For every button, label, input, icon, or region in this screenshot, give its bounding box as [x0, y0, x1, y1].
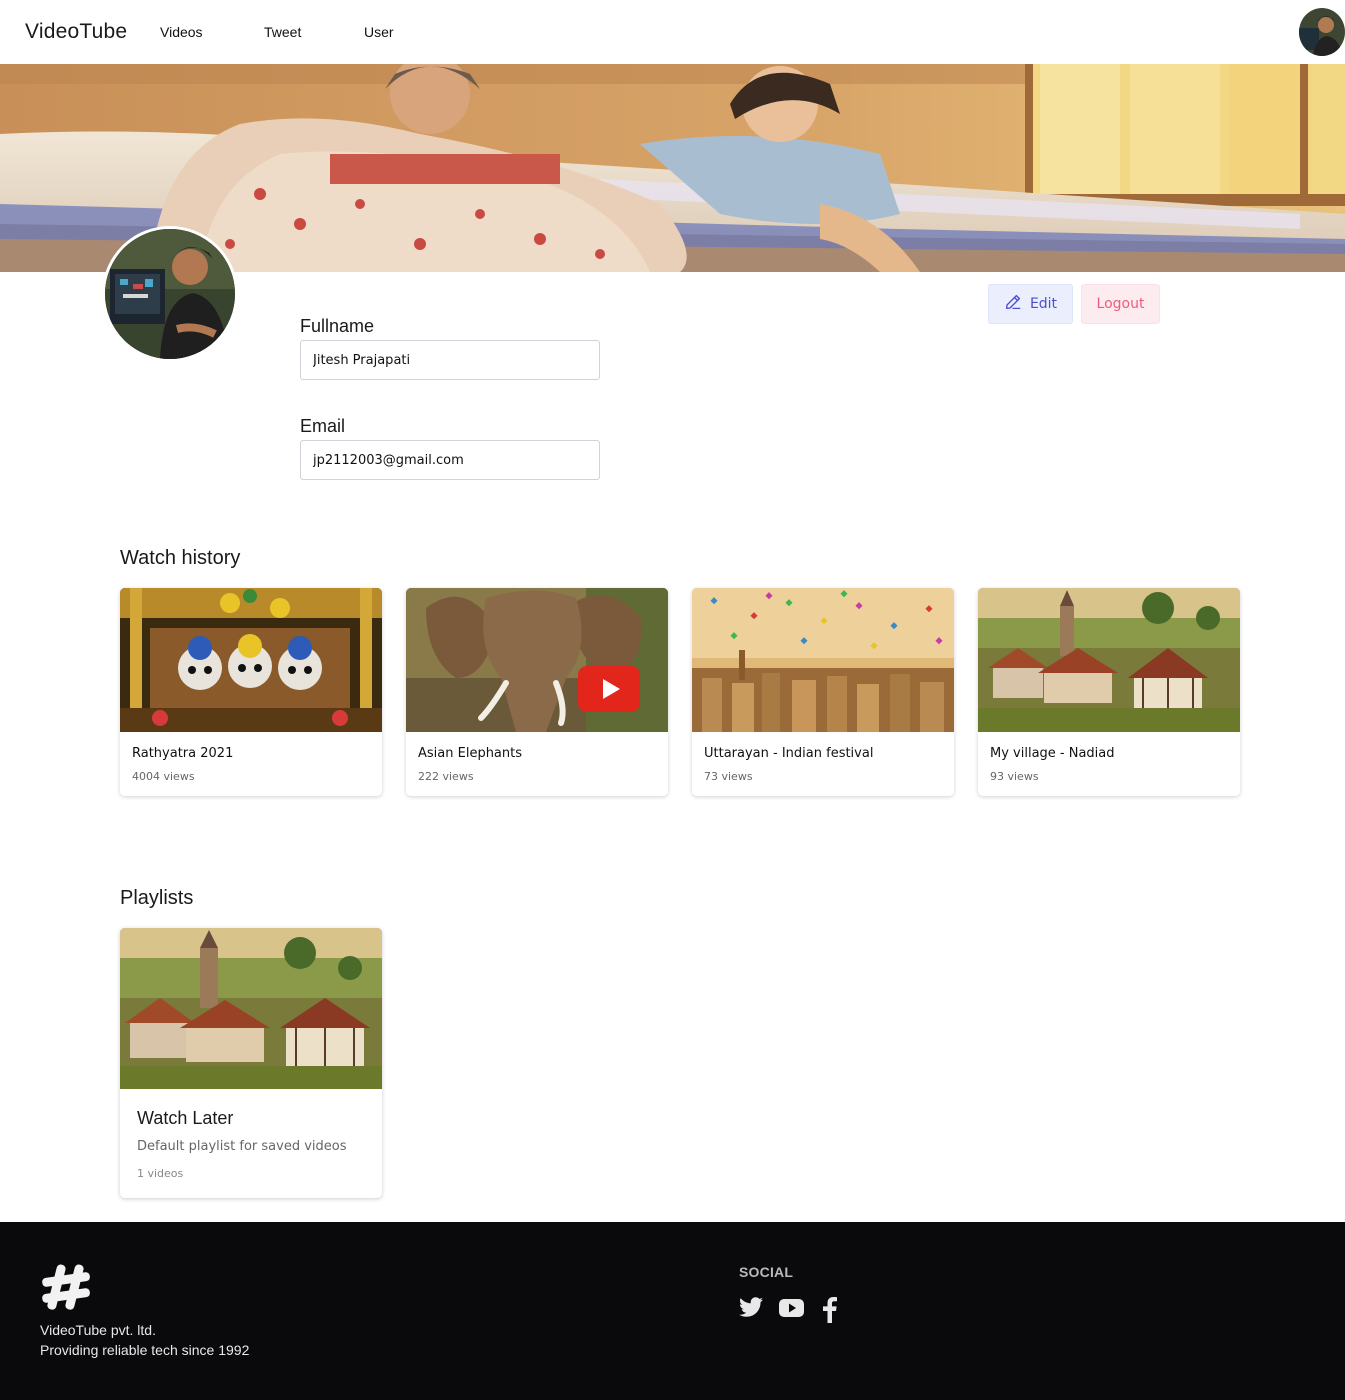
hashtag-logo-icon [40, 1262, 92, 1317]
nav-avatar[interactable] [1299, 8, 1345, 56]
nav-link-user[interactable]: User [364, 24, 394, 40]
logout-button[interactable]: Logout [1081, 284, 1160, 324]
video-views: 93 views [990, 770, 1039, 783]
footer-tagline: Providing reliable tech since 1992 [40, 1342, 250, 1358]
playlist-title: Watch Later [137, 1108, 234, 1128]
video-thumbnail [120, 588, 382, 732]
social-title: SOCIAL [739, 1264, 794, 1280]
footer: VideoTube pvt. ltd. Providing reliable t… [0, 1222, 1345, 1400]
video-thumbnail [692, 588, 954, 732]
edit-button[interactable]: Edit [988, 284, 1073, 324]
pencil-icon [1004, 293, 1022, 315]
video-title: Uttarayan - Indian festival [704, 746, 874, 761]
video-title: Rathyatra 2021 [132, 746, 234, 761]
profile-avatar [102, 226, 238, 362]
playlist-video-count: 1 videos [137, 1167, 184, 1180]
brand-logo[interactable]: VideoTube [25, 20, 127, 44]
playlist-card[interactable]: Watch Later Default playlist for saved v… [120, 928, 382, 1198]
video-title: Asian Elephants [418, 746, 523, 761]
footer-company: VideoTube pvt. ltd. [40, 1322, 156, 1338]
video-thumbnail [406, 588, 668, 732]
email-input[interactable] [300, 440, 600, 480]
video-card[interactable]: Rathyatra 2021 4004 views [120, 588, 382, 796]
playlists-title: Playlists [120, 887, 194, 909]
video-card[interactable]: My village - Nadiad 93 views [978, 588, 1240, 796]
nav-link-tweet[interactable]: Tweet [264, 24, 301, 40]
logout-button-label: Logout [1096, 296, 1145, 312]
email-label: Email [300, 416, 346, 436]
video-thumbnail [978, 588, 1240, 732]
youtube-icon[interactable] [779, 1297, 804, 1324]
video-card[interactable]: Asian Elephants 222 views [406, 588, 668, 796]
video-title: My village - Nadiad [990, 746, 1115, 761]
twitter-icon[interactable] [739, 1297, 763, 1324]
video-views: 222 views [418, 770, 474, 783]
nav-link-videos[interactable]: Videos [160, 24, 203, 40]
playlist-thumbnail [120, 928, 382, 1089]
fullname-input[interactable] [300, 340, 600, 380]
video-views: 73 views [704, 770, 753, 783]
fullname-label: Fullname [300, 316, 375, 336]
edit-button-label: Edit [1029, 296, 1058, 312]
video-views: 4004 views [132, 770, 195, 783]
playlist-description: Default playlist for saved videos [137, 1139, 347, 1154]
watch-history-title: Watch history [120, 547, 241, 569]
top-navbar: VideoTube Videos Tweet User [0, 0, 1345, 64]
facebook-icon[interactable] [823, 1297, 837, 1328]
video-card[interactable]: Uttarayan - Indian festival 73 views [692, 588, 954, 796]
